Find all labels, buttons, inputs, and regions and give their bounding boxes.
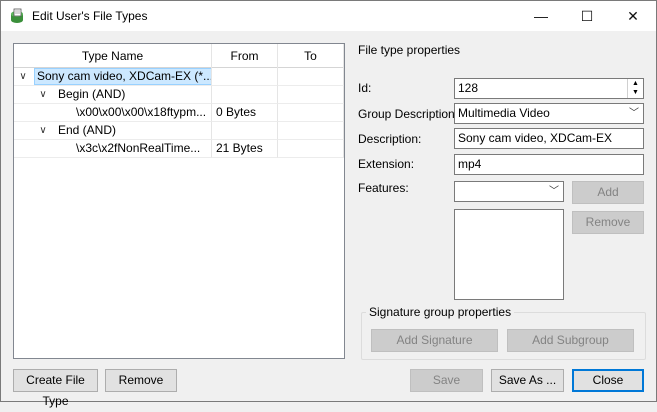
remove-file-type-button[interactable]: Remove [105, 369, 177, 392]
group-description-label: Group Description: [358, 107, 459, 121]
spin-up-down-icon[interactable]: ▲ ▼ [627, 79, 643, 98]
tree-cell-from [212, 86, 278, 104]
maximize-icon: ☐ [580, 7, 594, 24]
tree-row-label: \x00\x00\x00\x18ftypm... [76, 105, 207, 119]
description-label: Description: [358, 132, 422, 146]
features-select[interactable]: ﹀ [454, 181, 564, 202]
features-list[interactable] [454, 209, 564, 300]
tree-cell-from: 21 Bytes [212, 140, 278, 158]
remove-feature-button[interactable]: Remove [572, 211, 644, 234]
chevron-down-icon: ﹀ [629, 108, 639, 119]
tree-expander-icon[interactable]: ∨ [16, 68, 30, 85]
group-description-value: Multimedia Video [458, 106, 550, 120]
title-bar: Edit User's File Types — ☐ ✕ [1, 1, 656, 31]
close-icon: ✕ [627, 7, 639, 24]
save-as-button[interactable]: Save As ... [491, 369, 564, 392]
tree-cell-to [278, 104, 344, 122]
column-header-to[interactable]: To [278, 44, 344, 68]
close-button[interactable]: Close [572, 369, 644, 392]
description-field[interactable]: Sony cam video, XDCam-EX [454, 128, 644, 149]
tree-cell-name: \x3c\x2fNonRealTime... [14, 140, 212, 158]
tree-cell-to [278, 86, 344, 104]
tree-row[interactable]: ∨ End (AND) [14, 122, 344, 140]
id-spinner[interactable]: 128 ▲ ▼ [454, 78, 644, 99]
add-subgroup-button[interactable]: Add Subgroup [507, 329, 634, 352]
group-description-select[interactable]: Multimedia Video ﹀ [454, 103, 644, 124]
add-signature-button[interactable]: Add Signature [371, 329, 498, 352]
window-title: Edit User's File Types [32, 9, 148, 23]
tree-row[interactable]: ∨ Sony cam video, XDCam-EX (*... [14, 68, 344, 86]
id-label: Id: [358, 81, 372, 95]
tree-row-label: Sony cam video, XDCam-EX (*... [34, 68, 211, 85]
tree-expander-icon[interactable]: ∨ [36, 86, 50, 103]
column-header-type-name[interactable]: Type Name [14, 44, 212, 68]
column-header-from[interactable]: From [212, 44, 278, 68]
tree-row[interactable]: \x00\x00\x00\x18ftypm... 0 Bytes [14, 104, 344, 122]
extension-field[interactable]: mp4 [454, 154, 644, 175]
file-types-tree[interactable]: Type Name From To ∨ Sony cam video, XDCa… [13, 43, 345, 359]
tree-cell-from: 0 Bytes [212, 104, 278, 122]
save-button[interactable]: Save [410, 369, 483, 392]
tree-cell-to [278, 122, 344, 140]
signature-group-title: Signature group properties [366, 305, 515, 319]
tree-cell-to [278, 68, 344, 86]
tree-row-label: \x3c\x2fNonRealTime... [76, 141, 201, 155]
tree-row[interactable]: \x3c\x2fNonRealTime... 21 Bytes [14, 140, 344, 158]
tree-row-label: End (AND) [58, 123, 117, 137]
create-file-type-button[interactable]: Create File Type [13, 369, 98, 408]
close-window-button[interactable]: ✕ [610, 1, 656, 31]
file-types-app-icon [11, 8, 23, 23]
tree-cell-name: ∨ Begin (AND) [14, 86, 212, 104]
minimize-icon: — [534, 8, 548, 24]
signature-group-box: Signature group properties Add Signature… [361, 305, 646, 360]
tree-header: Type Name From To [14, 44, 344, 68]
tree-cell-name: \x00\x00\x00\x18ftypm... [14, 104, 212, 122]
edit-file-types-window: Edit User's File Types — ☐ ✕ Type Name F… [0, 0, 657, 408]
properties-section-title: File type properties [358, 43, 461, 57]
features-label: Features: [358, 181, 409, 195]
tree-cell-from [212, 68, 278, 86]
tree-cell-name: ∨ End (AND) [14, 122, 212, 140]
tree-expander-icon[interactable]: ∨ [36, 122, 50, 139]
tree-cell-to [278, 140, 344, 158]
id-value: 128 [458, 81, 479, 95]
extension-label: Extension: [358, 157, 415, 171]
tree-cell-from [212, 122, 278, 140]
tree-row-label: Begin (AND) [58, 87, 126, 101]
chevron-down-icon: ﹀ [549, 186, 559, 197]
tree-row[interactable]: ∨ Begin (AND) [14, 86, 344, 104]
maximize-button[interactable]: ☐ [564, 1, 610, 31]
tree-cell-name: ∨ Sony cam video, XDCam-EX (*... [14, 68, 212, 86]
add-feature-button[interactable]: Add [572, 181, 644, 204]
minimize-button[interactable]: — [518, 1, 564, 31]
